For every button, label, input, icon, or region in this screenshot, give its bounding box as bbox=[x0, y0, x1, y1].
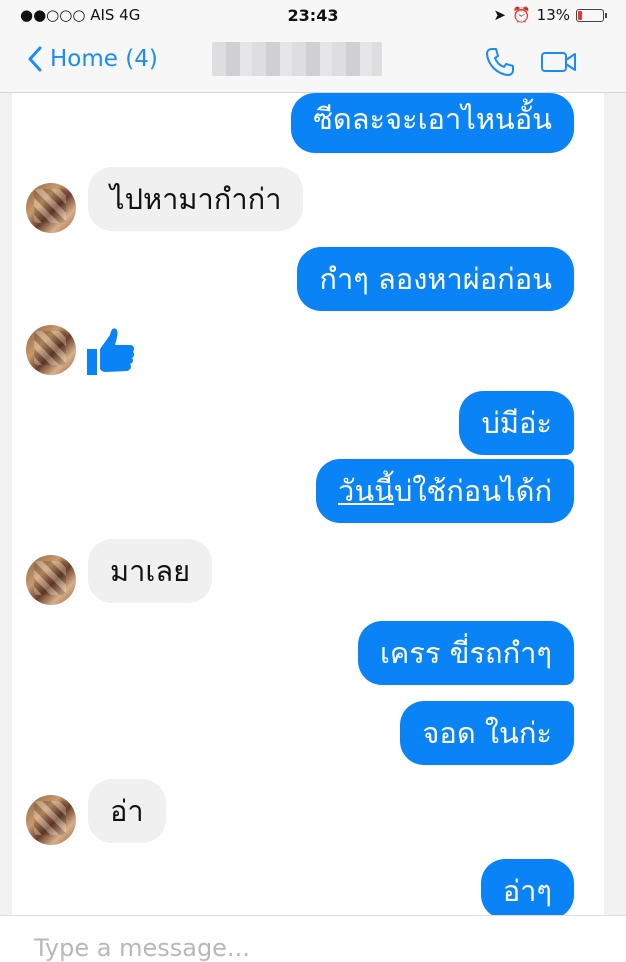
message-incoming: ไปหามากำก่า bbox=[88, 167, 304, 231]
phone-icon[interactable] bbox=[484, 46, 516, 78]
message-outgoing: จอด ในก่ะ bbox=[400, 701, 574, 765]
avatar bbox=[26, 325, 76, 375]
message-input-placeholder[interactable]: Type a message... bbox=[34, 934, 250, 962]
chevron-left-icon bbox=[28, 46, 42, 72]
video-camera-icon[interactable] bbox=[540, 50, 578, 74]
message-incoming: มาเลย bbox=[88, 539, 213, 603]
status-right: ➤ ⏰ 13% bbox=[493, 6, 607, 24]
avatar bbox=[26, 183, 76, 233]
avatar bbox=[26, 555, 76, 605]
back-button[interactable]: Home (4) bbox=[28, 46, 158, 72]
status-bar: ●●○○○ AIS 4G 23:43 ➤ ⏰ 13% bbox=[0, 0, 626, 32]
message-outgoing: วันนี้บ่ใช้ก่อนได้ก่ bbox=[316, 459, 574, 523]
message-outgoing: กำๆ ลองหาผ่อก่อน bbox=[297, 247, 574, 311]
thumbs-up-icon bbox=[87, 328, 135, 375]
message-composer[interactable]: Type a message... bbox=[0, 915, 626, 962]
message-list: ซีดละจะเอาไหนอั้น ไปหามากำก่า กำๆ ลองหาผ… bbox=[0, 93, 626, 919]
back-label: Home (4) bbox=[50, 46, 158, 72]
battery-icon bbox=[576, 8, 607, 22]
message-outgoing: เครร ขี่รถกำๆ bbox=[357, 621, 574, 685]
alarm-icon: ⏰ bbox=[511, 6, 531, 24]
message-outgoing: ซีดละจะเอาไหนอั้น bbox=[291, 93, 574, 153]
battery-percent: 13% bbox=[536, 6, 570, 24]
message-outgoing: อ่าๆ bbox=[480, 859, 574, 919]
message-incoming: อ่า bbox=[88, 779, 166, 843]
avatar bbox=[26, 795, 76, 845]
location-icon: ➤ bbox=[493, 6, 506, 24]
conversation-header: Home (4) bbox=[0, 32, 626, 93]
contact-name-blurred bbox=[212, 42, 382, 76]
message-outgoing: บ่มีอ่ะ bbox=[459, 391, 574, 455]
